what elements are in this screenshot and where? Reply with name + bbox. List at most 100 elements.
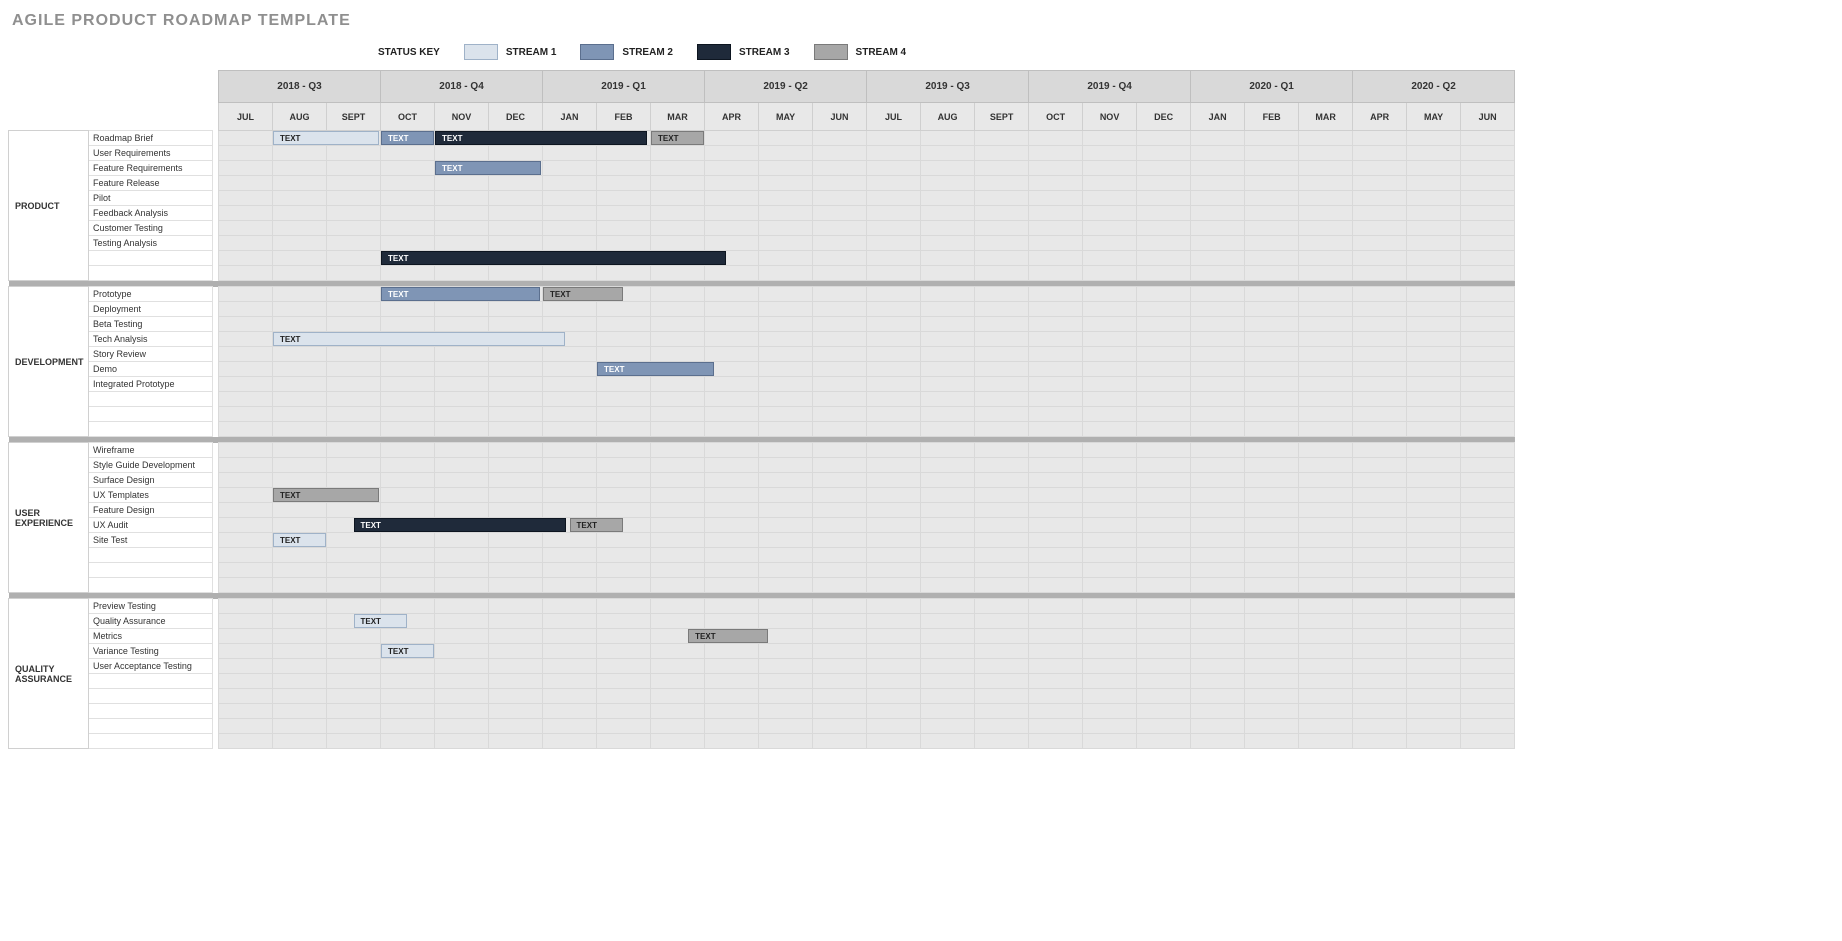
gantt-cell[interactable] [219, 644, 273, 659]
gantt-cell[interactable] [1191, 302, 1245, 317]
gantt-cell[interactable] [1353, 674, 1407, 689]
gantt-cell[interactable] [543, 659, 597, 674]
gantt-cell[interactable] [867, 251, 921, 266]
gantt-cell[interactable] [597, 533, 651, 548]
gantt-cell[interactable] [435, 176, 489, 191]
gantt-cell[interactable] [1353, 362, 1407, 377]
gantt-cell[interactable] [921, 131, 975, 146]
gantt-cell[interactable] [543, 302, 597, 317]
gantt-cell[interactable] [1083, 146, 1137, 161]
gantt-cell[interactable] [1407, 146, 1461, 161]
gantt-cell[interactable] [327, 377, 381, 392]
gantt-cell[interactable] [1245, 362, 1299, 377]
gantt-cell[interactable] [1299, 362, 1353, 377]
gantt-cell[interactable] [1461, 659, 1515, 674]
gantt-cell[interactable] [1299, 533, 1353, 548]
gantt-cell[interactable] [1029, 503, 1083, 518]
gantt-cell[interactable] [1137, 302, 1191, 317]
gantt-cell[interactable] [1029, 302, 1083, 317]
gantt-cell[interactable] [921, 458, 975, 473]
gantt-cell[interactable] [1407, 734, 1461, 749]
gantt-cell[interactable] [543, 599, 597, 614]
gantt-cell[interactable] [1029, 206, 1083, 221]
gantt-cell[interactable] [921, 518, 975, 533]
gantt-cell[interactable] [651, 392, 705, 407]
gantt-cell[interactable] [489, 206, 543, 221]
gantt-cell[interactable] [759, 533, 813, 548]
gantt-cell[interactable] [867, 392, 921, 407]
gantt-cell[interactable] [1461, 599, 1515, 614]
gantt-cell[interactable] [1245, 191, 1299, 206]
gantt-cell[interactable]: TEXT [273, 131, 327, 146]
gantt-cell[interactable] [1245, 302, 1299, 317]
gantt-cell[interactable] [1029, 704, 1083, 719]
gantt-cell[interactable]: TEXT [327, 614, 381, 629]
gantt-cell[interactable] [435, 443, 489, 458]
gantt-cell[interactable] [489, 362, 543, 377]
gantt-bar[interactable]: TEXT [435, 161, 541, 175]
gantt-cell[interactable] [921, 422, 975, 437]
gantt-cell[interactable] [1353, 518, 1407, 533]
gantt-cell[interactable] [1083, 191, 1137, 206]
gantt-cell[interactable] [867, 176, 921, 191]
gantt-cell[interactable] [273, 251, 327, 266]
gantt-cell[interactable] [1245, 629, 1299, 644]
gantt-cell[interactable] [543, 689, 597, 704]
gantt-cell[interactable] [975, 659, 1029, 674]
gantt-cell[interactable] [1299, 161, 1353, 176]
gantt-cell[interactable] [1137, 422, 1191, 437]
gantt-cell[interactable] [327, 407, 381, 422]
gantt-cell[interactable] [1299, 266, 1353, 281]
gantt-cell[interactable] [759, 488, 813, 503]
gantt-cell[interactable] [867, 131, 921, 146]
gantt-cell[interactable] [759, 422, 813, 437]
gantt-cell[interactable] [705, 473, 759, 488]
gantt-cell[interactable] [381, 236, 435, 251]
gantt-cell[interactable] [543, 719, 597, 734]
gantt-cell[interactable] [705, 422, 759, 437]
gantt-cell[interactable] [813, 503, 867, 518]
gantt-cell[interactable] [597, 146, 651, 161]
gantt-cell[interactable] [1407, 614, 1461, 629]
gantt-cell[interactable] [1461, 533, 1515, 548]
gantt-cell[interactable] [381, 719, 435, 734]
gantt-cell[interactable] [1299, 407, 1353, 422]
gantt-bar[interactable]: TEXT [273, 488, 379, 502]
gantt-cell[interactable] [273, 458, 327, 473]
gantt-cell[interactable] [273, 689, 327, 704]
gantt-cell[interactable] [219, 362, 273, 377]
gantt-cell[interactable] [1137, 377, 1191, 392]
gantt-cell[interactable] [867, 221, 921, 236]
gantt-cell[interactable] [381, 347, 435, 362]
gantt-cell[interactable] [597, 644, 651, 659]
gantt-cell[interactable] [543, 206, 597, 221]
gantt-cell[interactable] [435, 191, 489, 206]
gantt-cell[interactable] [1083, 176, 1137, 191]
gantt-cell[interactable] [381, 503, 435, 518]
gantt-cell[interactable] [705, 659, 759, 674]
gantt-cell[interactable] [975, 317, 1029, 332]
gantt-cell[interactable] [597, 302, 651, 317]
gantt-cell[interactable] [597, 266, 651, 281]
gantt-cell[interactable] [1137, 644, 1191, 659]
gantt-cell[interactable] [1029, 734, 1083, 749]
gantt-cell[interactable] [543, 221, 597, 236]
gantt-cell[interactable] [381, 734, 435, 749]
gantt-cell[interactable] [867, 317, 921, 332]
gantt-cell[interactable] [759, 251, 813, 266]
gantt-cell[interactable] [1299, 422, 1353, 437]
gantt-cell[interactable] [705, 176, 759, 191]
gantt-cell[interactable] [1461, 674, 1515, 689]
gantt-cell[interactable] [651, 221, 705, 236]
gantt-cell[interactable] [273, 377, 327, 392]
gantt-cell[interactable] [381, 659, 435, 674]
gantt-cell[interactable] [327, 704, 381, 719]
gantt-cell[interactable] [1299, 629, 1353, 644]
gantt-cell[interactable] [327, 251, 381, 266]
gantt-cell[interactable] [759, 503, 813, 518]
gantt-cell[interactable] [1137, 734, 1191, 749]
gantt-cell[interactable] [1407, 377, 1461, 392]
gantt-cell[interactable] [597, 407, 651, 422]
gantt-cell[interactable] [219, 146, 273, 161]
gantt-cell[interactable] [1461, 161, 1515, 176]
